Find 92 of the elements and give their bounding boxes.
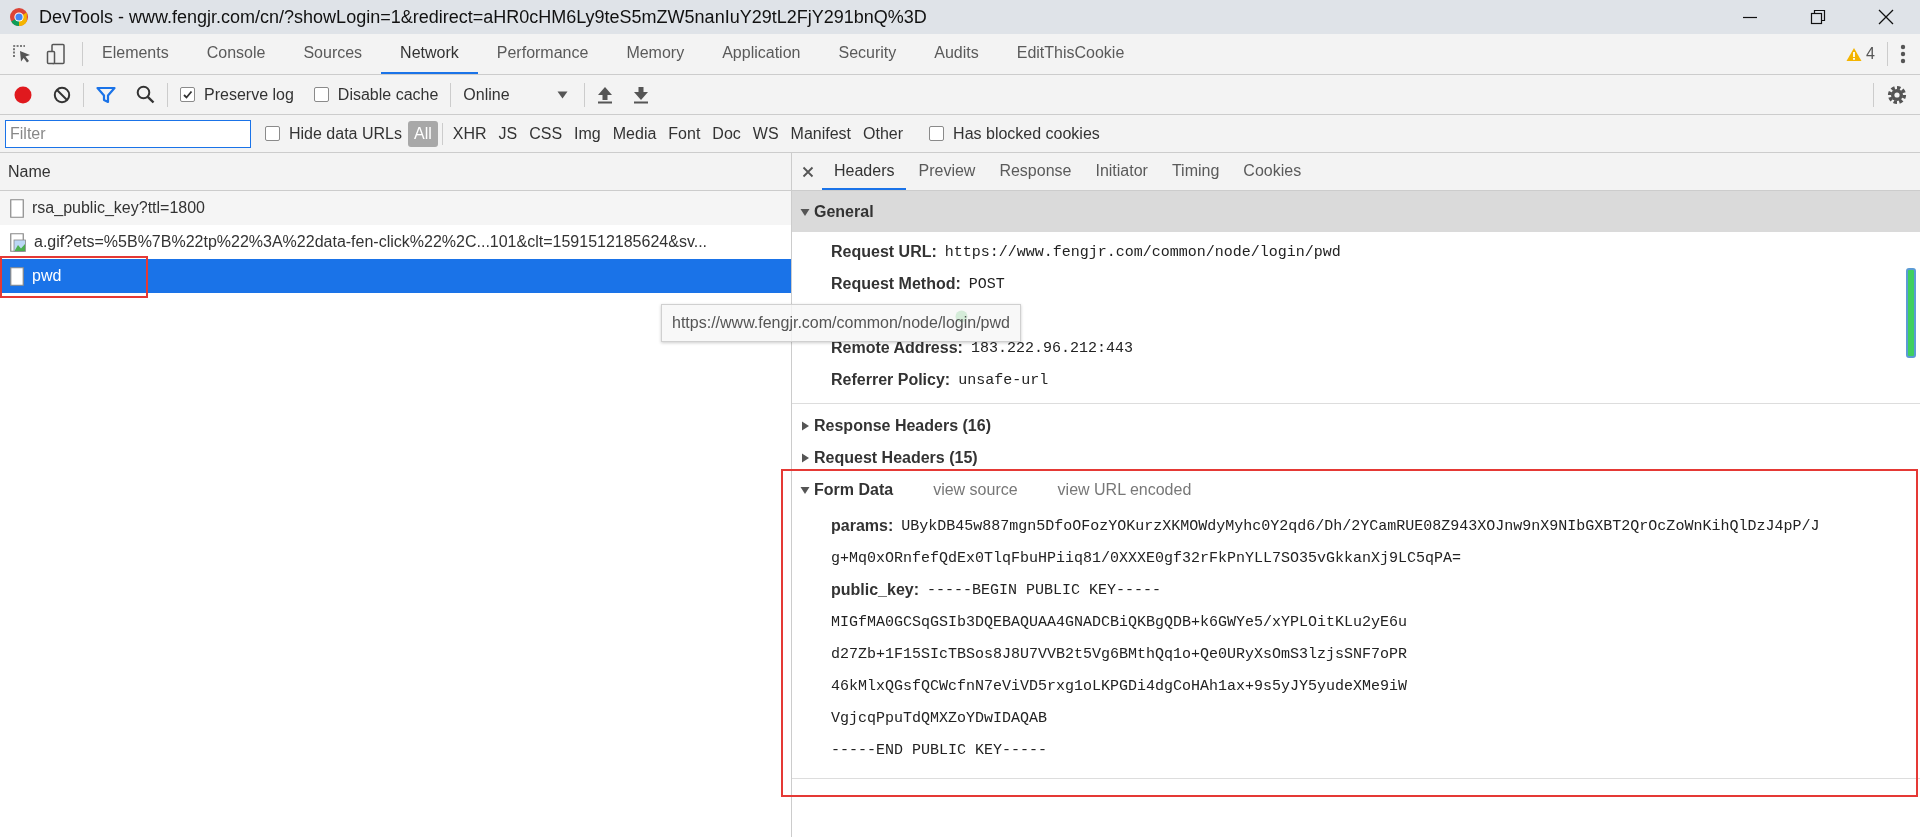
panel-tab[interactable]: Audits (915, 34, 998, 74)
warning-icon (1846, 46, 1863, 62)
section-header[interactable]: Form Data view source view URL encoded (792, 474, 1920, 506)
checkbox[interactable] (265, 126, 280, 141)
field-value: -----BEGIN PUBLIC KEY----- (927, 581, 1162, 599)
request-row[interactable]: a.gif?ets=%5B%7B%22tp%22%3A%22data-fen-click%22%2C...101&clt=1591512185624&sv... (0, 225, 791, 259)
panel-tab[interactable]: Application (703, 34, 820, 74)
filter-field[interactable]: Filter (5, 119, 251, 148)
request-name: pwd (32, 267, 62, 285)
url-tooltip: https://www.fengjr.com/common/node/login/pwd (661, 304, 1021, 342)
close-icon[interactable] (1878, 9, 1894, 25)
request-name: rsa_public_key?ttl=1800 (32, 199, 205, 217)
field-value: g+Mq0xORnfefQdEx0TlqFbuHPiiq81/0XXXE0gf32rFkPnYLL7SO35vGkkanXj9LC5qPA= (831, 549, 1462, 567)
type-filter[interactable]: CSS (523, 120, 569, 147)
checkbox[interactable] (313, 87, 329, 102)
section-header[interactable]: General (792, 191, 1920, 232)
field-name: Request URL: (831, 243, 937, 261)
field-value: https://www.fengjr.com/common/node/login/pwd (944, 243, 1341, 261)
expanded-triangle-icon[interactable] (800, 206, 810, 217)
inspect-element-icon[interactable] (12, 44, 32, 64)
details-tab[interactable]: Preview (906, 153, 988, 190)
details-tab[interactable]: Initiator (1083, 153, 1160, 190)
browser-logo-icon (9, 7, 29, 27)
details-tab[interactable]: Timing (1159, 153, 1232, 190)
caret-icon (557, 90, 569, 99)
collapsed-triangle-icon[interactable] (800, 421, 810, 431)
type-filter[interactable]: Img (568, 120, 607, 147)
checkbox-label: Has blocked cookies (953, 124, 1100, 143)
scrollbar-thumb[interactable] (1906, 268, 1916, 358)
view-link[interactable]: view URL encoded (1057, 481, 1192, 499)
panel-tab[interactable]: Memory (607, 34, 704, 74)
request-row[interactable]: rsa_public_key?ttl=1800 (0, 191, 791, 225)
panel-tab[interactable]: Performance (477, 34, 608, 74)
panel-tab[interactable]: EditThisCookie (997, 34, 1144, 74)
image-file-icon (10, 232, 26, 252)
field-name: public_key: (831, 581, 920, 599)
field-value: 183.222.96.212:443 (970, 339, 1133, 357)
field-name: Remote Address: (831, 339, 963, 357)
type-filter[interactable]: XHR (446, 120, 493, 147)
panel-tab[interactable]: Security (819, 34, 916, 74)
type-filter[interactable]: Doc (706, 120, 747, 147)
section-header[interactable]: Response Headers (16) (792, 410, 1920, 442)
field-value: VgjcqPpuTdQMXZoYDwIDAQAB (831, 709, 1048, 727)
type-filter[interactable]: Media (606, 120, 663, 147)
collapsed-triangle-icon[interactable] (800, 453, 810, 463)
menu-icon[interactable] (1900, 44, 1906, 64)
request-name: a.gif?ets=%5B%7B%22tp%22%3A%22data-fen-click%22%2C...101&clt=1591512185624&sv... (34, 233, 708, 251)
document-icon (10, 198, 24, 218)
warning-count[interactable]: 4 (1866, 45, 1875, 63)
search-icon[interactable] (136, 85, 155, 104)
upload-icon[interactable] (597, 85, 614, 104)
field-value: 46kMlxQGsfQCWcfnN7eViVD5rxg1oLKPGDi4dgCoHAh1ax+9s5yJY5yudeXMe9iW (831, 677, 1408, 695)
field-value: unsafe-url (958, 371, 1049, 389)
settings-icon[interactable] (1886, 83, 1908, 106)
checkbox[interactable] (180, 87, 195, 102)
field-name: params: (831, 517, 894, 535)
type-filter[interactable]: WS (746, 120, 785, 147)
record-icon[interactable] (13, 84, 33, 105)
checkbox-label: Hide data URLs (289, 124, 402, 143)
restore-icon[interactable] (1810, 9, 1826, 25)
field-value: UBykDB45w887mgn5DfoOFozYOKurzXKMOWdyMyhc0Y2qd6/Dh/2YCamRUE08Z943XOJnw9nX9NIbGXBT2QrOcZoWnKihQlDzJ4pP/J (901, 517, 1820, 535)
details-tab[interactable]: Response (987, 153, 1084, 190)
field-value: d27Zb+1F15SIcTBSos8J8U7VVB2t5Vg6BMthQq1o+Qe0URyXsOmS3lzjsSNF7oPR (831, 645, 1408, 663)
close-icon[interactable] (802, 165, 814, 178)
expanded-triangle-icon[interactable] (800, 485, 810, 495)
field-name: Request Method: (831, 275, 961, 293)
type-filter[interactable]: Other (857, 120, 910, 147)
type-filter[interactable]: JS (492, 120, 524, 147)
column-header[interactable]: Name (0, 153, 791, 191)
details-tab[interactable]: Cookies (1231, 153, 1314, 190)
window-title: DevTools - www.fengjr.com/cn/?showLogin=1&redirect=aHR0cHM6Ly9teS5mZW5nanIuY29tL2FjY291bnQ%3D (39, 6, 928, 28)
checkbox-label: Preserve log (204, 85, 294, 104)
field-name: Referrer Policy: (831, 371, 951, 389)
panel-tab[interactable]: Sources (284, 34, 382, 74)
panel-tab[interactable]: Elements (83, 34, 188, 74)
type-filter[interactable]: Manifest (784, 120, 858, 147)
field-value: -----END PUBLIC KEY----- (831, 741, 1048, 759)
field-value: MIGfMA0GCSqGSIb3DQEBAQUAA4GNADCBiQKBgQDB+k6GWYe5/xYPLOitKLu2yE6u (831, 613, 1408, 631)
download-icon[interactable] (633, 85, 650, 104)
panel-tab[interactable]: Console (187, 34, 285, 74)
checkbox-label: Disable cache (337, 85, 439, 104)
clear-icon[interactable] (53, 85, 71, 104)
section-header[interactable]: Request Headers (15) (792, 442, 1920, 474)
filter-icon[interactable] (96, 85, 116, 104)
type-filter[interactable]: Font (662, 120, 707, 147)
field-value: POST (968, 275, 1005, 293)
checkmark-icon (182, 89, 193, 100)
checkbox[interactable] (929, 126, 945, 141)
document-icon (10, 266, 24, 286)
throttling-dropdown[interactable]: Online (463, 85, 573, 104)
view-link[interactable]: view source (933, 481, 1018, 499)
device-toolbar-icon[interactable] (46, 43, 66, 65)
